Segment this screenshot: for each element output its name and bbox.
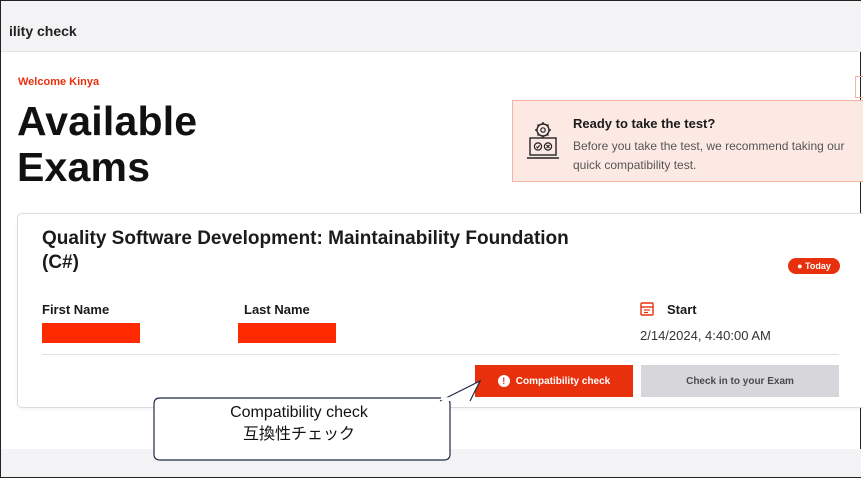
alert-icon: ! bbox=[497, 375, 510, 387]
page-title-line2: Exams bbox=[17, 144, 151, 190]
top-bar: ility check bbox=[1, 1, 861, 52]
last-name-label: Last Name bbox=[244, 302, 310, 317]
welcome-message: Welcome Kinya bbox=[18, 76, 100, 88]
compatibility-check-label: Compatibility check bbox=[515, 375, 611, 387]
callout-text: Compatibility check 互換性チェック bbox=[150, 402, 448, 446]
notice-title: Ready to take the test? bbox=[573, 116, 716, 131]
start-label: Start bbox=[667, 302, 697, 317]
compatibility-notice: Ready to take the test? Before you take … bbox=[512, 100, 863, 182]
topbar-title: ility check bbox=[9, 23, 77, 39]
decorative-corner bbox=[855, 76, 863, 98]
page-title-line1: Available bbox=[17, 98, 198, 144]
today-badge: ● Today bbox=[788, 258, 840, 274]
compatibility-check-button[interactable]: ! Compatibility check bbox=[475, 365, 633, 397]
callout-line1: Compatibility check bbox=[230, 404, 368, 421]
first-name-label: First Name bbox=[42, 302, 110, 317]
exam-title: Quality Software Development: Maintainab… bbox=[42, 228, 569, 273]
first-name-redacted bbox=[42, 323, 140, 343]
computer-gear-icon bbox=[527, 122, 559, 159]
card-divider bbox=[42, 354, 839, 355]
notice-text: Before you take the test, we recommend t… bbox=[573, 139, 845, 172]
start-date: 2/14/2024, 4:40:00 AM bbox=[640, 328, 771, 343]
today-badge-label: Today bbox=[805, 261, 831, 271]
calendar-icon bbox=[640, 302, 654, 316]
page-title: Available Exams bbox=[17, 98, 197, 190]
check-in-button[interactable]: Check in to your Exam bbox=[641, 365, 839, 397]
last-name-redacted bbox=[238, 323, 336, 343]
callout-line2: 互換性チェック bbox=[242, 426, 355, 443]
exam-card: Quality Software Development: Maintainab… bbox=[17, 213, 863, 408]
